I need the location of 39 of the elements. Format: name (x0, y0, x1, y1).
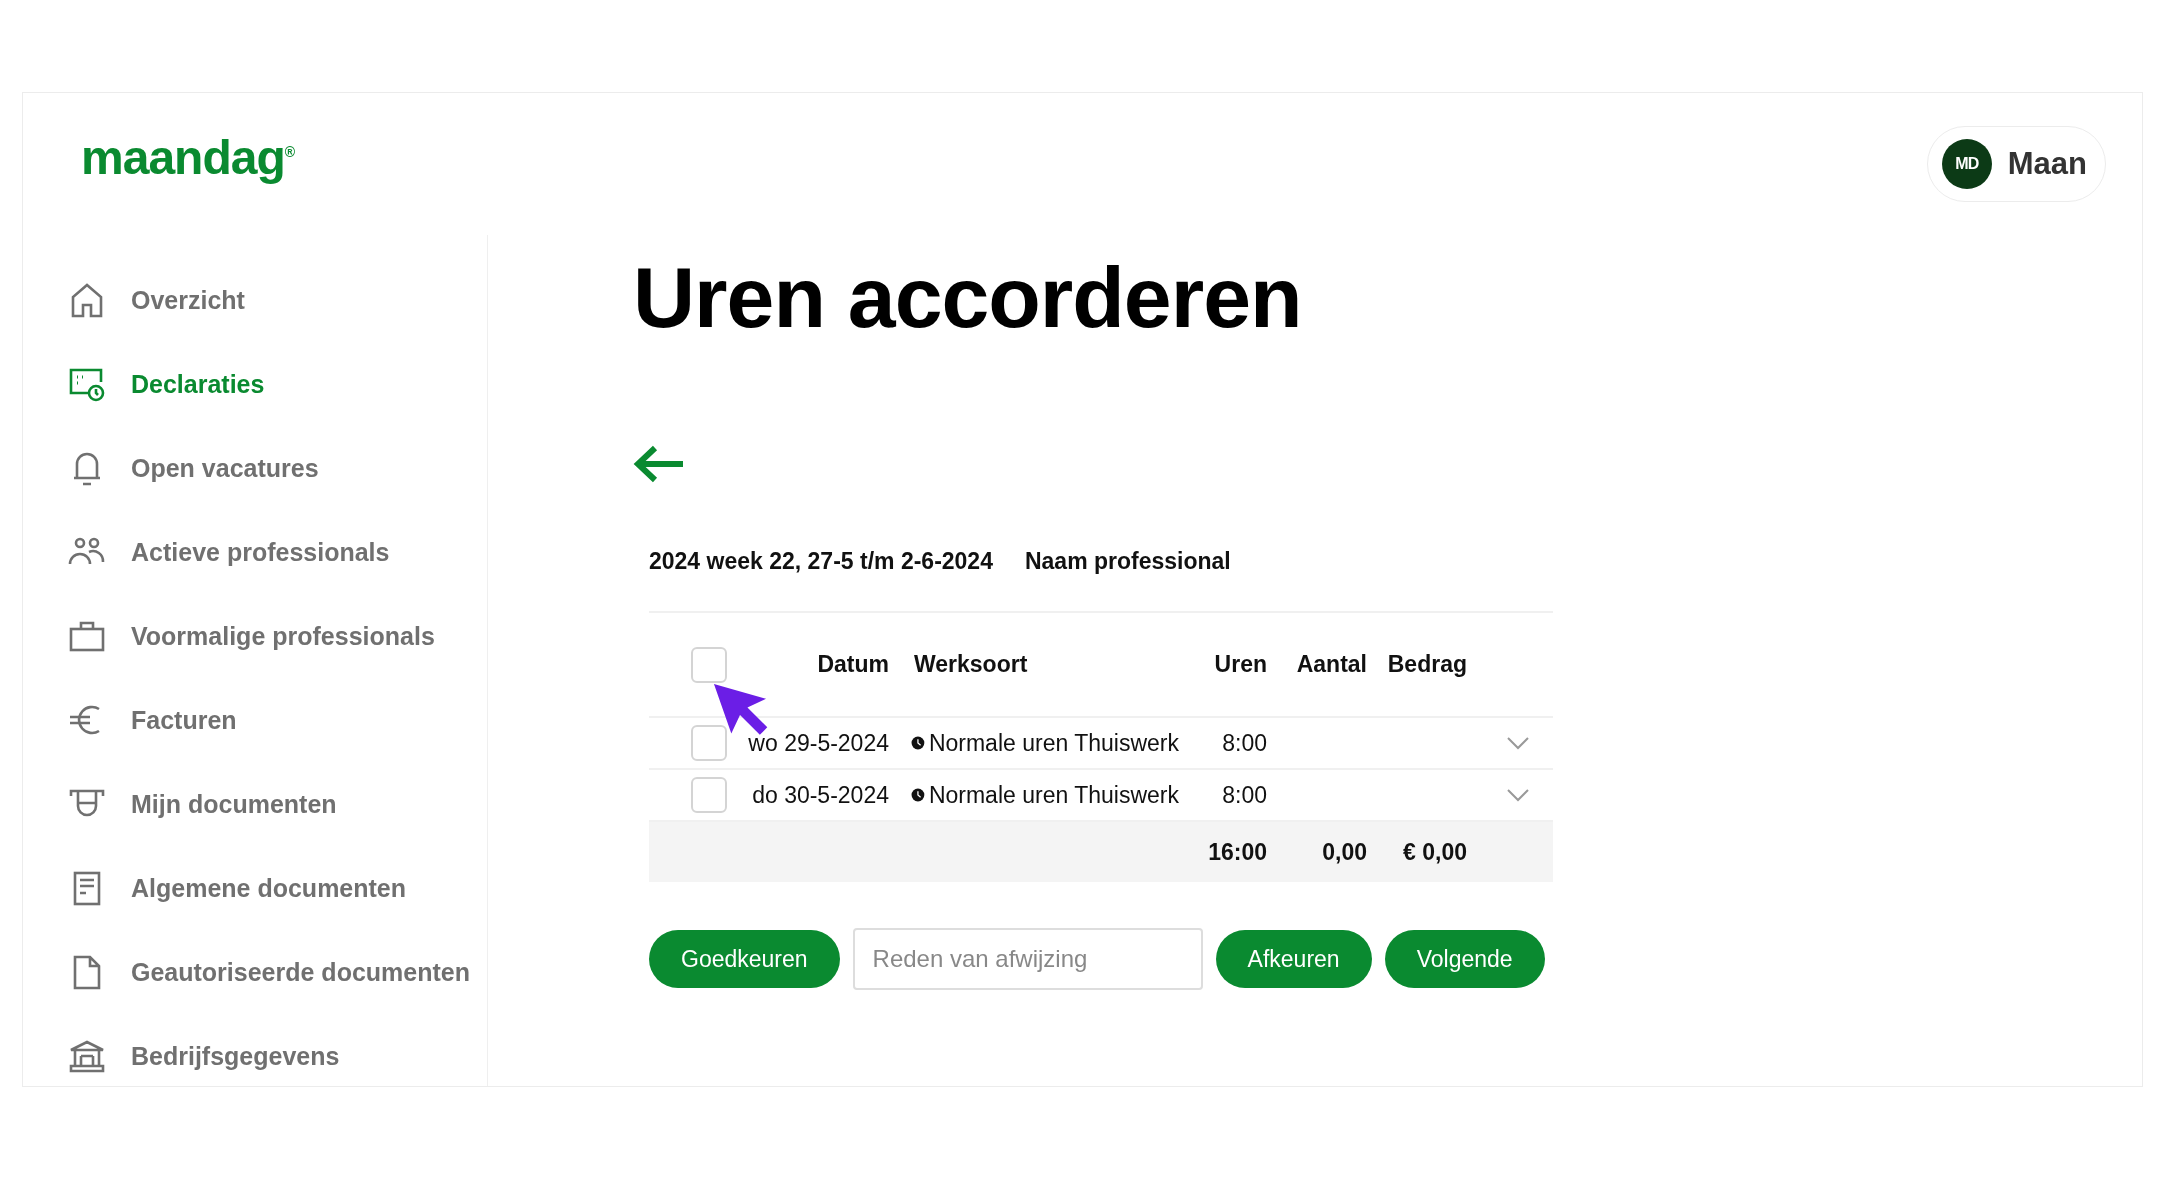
back-button[interactable] (633, 444, 685, 484)
period-label: 2024 week 22, 27-5 t/m 2-6-2024 (649, 547, 993, 576)
table-cell: Normale uren Thuiswerk (928, 781, 1179, 809)
professional-name: Naam professional (1024, 547, 1231, 576)
sidebar-item[interactable]: Overzicht (23, 258, 487, 342)
sidebar-item[interactable]: Geautoriseerde documenten (23, 930, 487, 1014)
reason-input-field[interactable]: Reden van afwijzing (852, 928, 1203, 990)
table-cell: wo 29-5-2024 (748, 729, 889, 756)
table-cell: 8:00 (1222, 729, 1267, 756)
chevron-icon[interactable] (1506, 788, 1530, 802)
sidebar-item[interactable]: Bedrijfsgegevens (23, 1014, 487, 1086)
next-button[interactable]: Volgende (1384, 930, 1545, 988)
avatar: MD (1941, 139, 1992, 189)
sidebar-item[interactable]: Open vacatures (23, 426, 487, 510)
sidebar-item[interactable]: Declaraties (23, 342, 487, 426)
sidebar-item[interactable]: Actieve professionals (23, 510, 487, 594)
column-header: Datum (816, 651, 889, 678)
sidebar-item[interactable]: Voormalige professionals (23, 594, 487, 678)
table-cell: do 30-5-2024 (752, 781, 889, 808)
reject-button[interactable]: Afkeuren (1215, 930, 1372, 988)
table-cell: Normale uren Thuiswerk (928, 729, 1179, 757)
total-cell: 0,00 (1322, 838, 1367, 865)
approve-button[interactable]: Goedkeuren (649, 930, 840, 988)
total-cell: € 0,00 (1403, 838, 1467, 865)
sidebar-item[interactable]: Facturen (23, 678, 487, 762)
chevron-icon[interactable] (1506, 736, 1530, 750)
logo[interactable]: maandag$^{®}$ (81, 129, 296, 185)
row-checkbox[interactable] (691, 777, 727, 813)
column-header: Bedrag (1386, 651, 1467, 678)
column-header: Uren (1213, 651, 1267, 678)
page-title: Uren accorderen (633, 254, 1303, 340)
select-all-checkbox[interactable] (691, 646, 727, 683)
row-checkbox[interactable] (691, 725, 727, 761)
sidebar-item[interactable]: Mijn documenten (23, 762, 487, 846)
column-header: Aantal (1295, 651, 1367, 678)
table-cell: 8:00 (1222, 781, 1267, 808)
total-cell: 16:00 (1208, 838, 1267, 865)
sidebar-item[interactable]: Algemene documenten (23, 846, 487, 930)
column-header: Werksoort (913, 651, 1029, 678)
